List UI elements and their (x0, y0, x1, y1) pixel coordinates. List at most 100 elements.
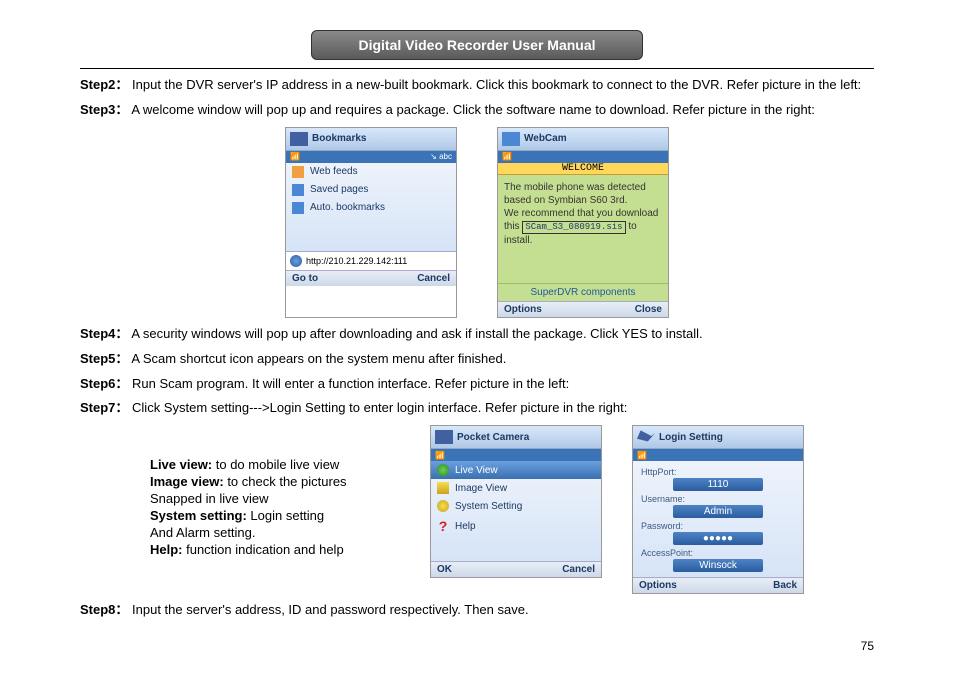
title-separator (80, 68, 874, 69)
bookmarks-softkeys: Go to Cancel (286, 270, 456, 286)
step7-text: Click System setting--->Login Setting to… (132, 400, 627, 415)
welcome-header: WebCam (498, 128, 668, 151)
step4: Step4： A security windows will pop up af… (80, 326, 874, 343)
legend-help-text: function indication and help (183, 542, 344, 557)
welcome-bar: WELCOME (498, 163, 668, 175)
step5: Step5： A Scam shortcut icon appears on t… (80, 351, 874, 368)
username-value[interactable]: Admin (673, 505, 763, 518)
welcome-app-title: WebCam (524, 133, 567, 144)
accesspoint-value[interactable]: Winsock (673, 559, 763, 572)
help-icon: ? (437, 518, 449, 534)
softkey-back[interactable]: Back (773, 580, 797, 591)
phone-pocket-camera: Pocket Camera 📶 Live View Image View Sys… (430, 425, 602, 578)
legend-image-text: to check the pictures (224, 474, 347, 489)
bookmark-app-icon (290, 132, 308, 146)
legend-alarm: And Alarm setting. (150, 525, 256, 540)
step8-label: Step8： (80, 602, 128, 617)
step5-label: Step5： (80, 351, 128, 366)
login-softkeys: Options Back (633, 577, 803, 593)
step2: Step2： Input the DVR server's IP address… (80, 77, 874, 94)
softkey-options[interactable]: Options (639, 580, 677, 591)
login-icon (637, 430, 655, 444)
password-value[interactable]: ●●●●● (673, 532, 763, 545)
softkey-cancel[interactable]: Cancel (417, 273, 450, 284)
live-icon (437, 464, 449, 476)
step7-label: Step7： (80, 400, 128, 415)
welcome-download-link[interactable]: SCam_S3_080919.sis (522, 221, 625, 235)
legend-snapped: Snapped in live view (150, 491, 269, 506)
pocket-item-label: System Setting (455, 501, 522, 512)
legend-sys-text: Login setting (247, 508, 324, 523)
feed-icon (292, 166, 304, 178)
pocket-item-image[interactable]: Image View (431, 479, 601, 497)
welcome-components: SuperDVR components (498, 283, 668, 301)
pocket-header: Pocket Camera (431, 426, 601, 449)
phone-login-setting: Login Setting 📶 HttpPort: 1110 Username:… (632, 425, 804, 594)
figure-row-2: Live view: to do mobile live view Image … (80, 425, 874, 594)
step2-label: Step2： (80, 77, 128, 92)
bookmarks-url[interactable]: http://210.21.229.142:111 (306, 256, 452, 266)
softkey-close[interactable]: Close (635, 304, 662, 315)
globe-icon (290, 255, 302, 267)
phone-welcome: WebCam 📶 WELCOME The mobile phone was de… (497, 127, 669, 318)
step6: Step6： Run Scam program. It will enter a… (80, 376, 874, 393)
bookmarks-list: Web feeds Saved pages Auto. bookmarks (286, 163, 456, 251)
legend-live-text: to do mobile live view (212, 457, 339, 472)
httpport-value[interactable]: 1110 (673, 478, 763, 491)
username-label: Username: (641, 494, 795, 504)
legend-text: Live view: to do mobile live view Image … (150, 425, 400, 559)
legend-help-label: Help: (150, 542, 183, 557)
welcome-body: The mobile phone was detected based on S… (498, 175, 668, 283)
bookmarks-item-label: Auto. bookmarks (310, 202, 385, 213)
step3-text: A welcome window will pop up and require… (131, 102, 815, 117)
step5-text: A Scam shortcut icon appears on the syst… (131, 351, 506, 366)
input-mode: ↘ abc (430, 152, 452, 161)
softkey-options[interactable]: Options (504, 304, 542, 315)
bookmarks-item-saved[interactable]: Saved pages (286, 181, 456, 199)
step6-text: Run Scam program. It will enter a functi… (132, 376, 569, 391)
login-status: 📶 (633, 449, 803, 461)
step8-text: Input the server's address, ID and passw… (132, 602, 529, 617)
webcam-app-icon (502, 132, 520, 146)
pocket-item-live[interactable]: Live View (431, 461, 601, 479)
pocket-item-label: Live View (455, 465, 498, 476)
welcome-status: 📶 (498, 151, 668, 163)
pocket-softkeys: OK Cancel (431, 561, 601, 577)
pocket-item-label: Help (455, 521, 476, 532)
softkey-cancel[interactable]: Cancel (562, 564, 595, 575)
signal-icon: 📶 (290, 152, 300, 161)
page-number: 75 (80, 639, 874, 653)
folder-icon (292, 184, 304, 196)
star-icon (292, 202, 304, 214)
welcome-softkeys: Options Close (498, 301, 668, 317)
bookmarks-title: Bookmarks (312, 133, 366, 144)
pocket-item-system[interactable]: System Setting (431, 497, 601, 515)
login-title: Login Setting (659, 432, 723, 443)
step6-label: Step6： (80, 376, 128, 391)
pocket-list: Live View Image View System Setting ? He… (431, 461, 601, 561)
step7: Step7： Click System setting--->Login Set… (80, 400, 874, 417)
step3: Step3： A welcome window will pop up and … (80, 102, 874, 119)
password-label: Password: (641, 521, 795, 531)
bookmarks-item-feeds[interactable]: Web feeds (286, 163, 456, 181)
step3-label: Step3： (80, 102, 128, 117)
legend-sys-label: System setting: (150, 508, 247, 523)
pocket-item-label: Image View (455, 483, 507, 494)
bookmarks-item-label: Web feeds (310, 166, 358, 177)
step2-text: Input the DVR server's IP address in a n… (132, 77, 861, 92)
httpport-label: HttpPort: (641, 467, 795, 477)
bookmarks-item-auto[interactable]: Auto. bookmarks (286, 199, 456, 217)
login-form: HttpPort: 1110 Username: Admin Password:… (633, 461, 803, 577)
login-header: Login Setting (633, 426, 803, 449)
pocket-title: Pocket Camera (457, 432, 529, 443)
bookmarks-header: Bookmarks (286, 128, 456, 151)
pocket-item-help[interactable]: ? Help (431, 515, 601, 537)
softkey-goto[interactable]: Go to (292, 273, 318, 284)
phone-bookmarks: Bookmarks 📶 ↘ abc Web feeds Saved pages … (285, 127, 457, 318)
welcome-body1: The mobile phone was detected based on S… (504, 182, 646, 206)
softkey-ok[interactable]: OK (437, 564, 452, 575)
bookmarks-status: 📶 ↘ abc (286, 151, 456, 163)
image-icon (437, 482, 449, 494)
legend-live-label: Live view: (150, 457, 212, 472)
step4-text: A security windows will pop up after dow… (131, 326, 702, 341)
